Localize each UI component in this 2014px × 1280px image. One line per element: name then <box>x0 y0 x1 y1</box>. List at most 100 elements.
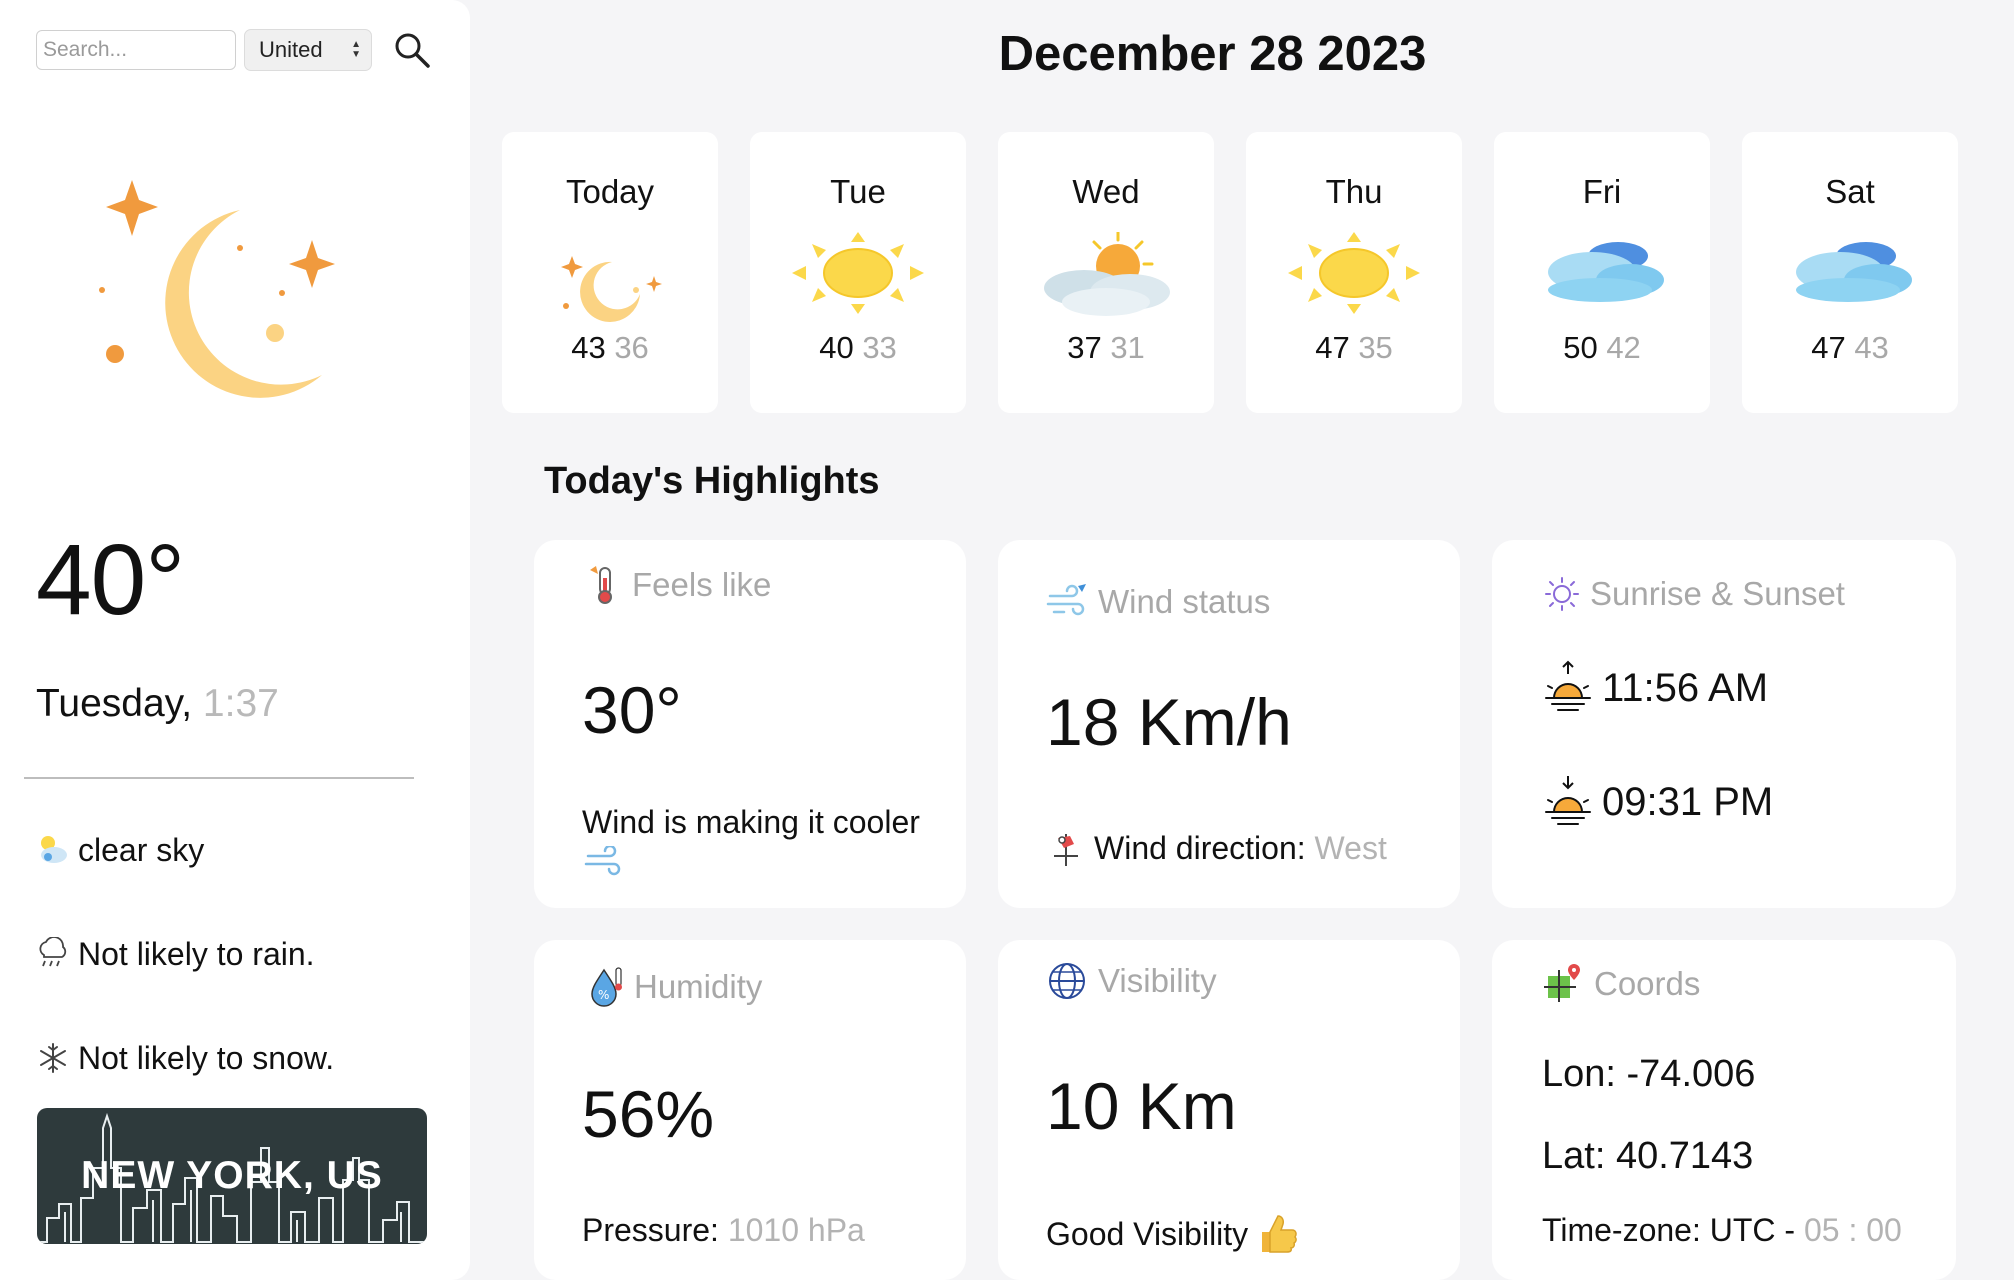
forecast-min: 36 <box>614 330 649 365</box>
humidity-value: 56% <box>582 1077 715 1151</box>
visibility-note-row: Good Visibility <box>1046 1212 1300 1256</box>
forecast-temps: 40 33 <box>750 328 966 368</box>
current-temperature: 40° <box>36 524 185 636</box>
longitude: Lon: -74.006 <box>1542 1053 1756 1095</box>
forecast-temps: 50 42 <box>1494 328 1710 368</box>
city-card: NEW YORK, US <box>37 1108 427 1244</box>
sun-outline-icon <box>1545 577 1579 611</box>
forecast-card-thu[interactable]: Thu 47 35 <box>1246 132 1462 413</box>
sunrise-row: 11:56 AM <box>1542 660 1768 716</box>
humidity-card: % Humidity 56% Pressure: 1010 hPa <box>534 940 966 1280</box>
country-select-value: United <box>259 37 323 62</box>
page-title-date: December 28 2023 <box>998 27 1427 81</box>
sunset-time: 09:31 PM <box>1602 780 1774 824</box>
pressure-line: Pressure: 1010 hPa <box>582 1210 865 1250</box>
forecast-min: 33 <box>862 330 897 365</box>
timezone-line: Time-zone: UTC - 05 : 00 <box>1542 1210 1902 1250</box>
sunrise-sunset-label: Sunrise & Sunset <box>1590 575 1845 612</box>
forecast-day: Fri <box>1582 173 1622 210</box>
forecast-max: 47 <box>1811 330 1846 365</box>
condition-text: clear sky <box>78 832 205 868</box>
humidity-header: % Humidity <box>588 966 762 1008</box>
select-arrows-icon: ▲ ▼ <box>351 39 361 60</box>
forecast-day: Today <box>565 173 655 210</box>
forecast-day: Wed <box>1072 173 1140 210</box>
coords-card: Coords Lon: -74.006 Lat: 40.7143 Time-zo… <box>1492 940 1956 1280</box>
sun-cloud-icon <box>41 836 67 863</box>
sunrise-icon <box>1545 660 1591 711</box>
sidebar: United ▲▼ 40° Tuesday, 1:37 clear sky <box>0 0 470 1280</box>
current-day-time: Tuesday, 1:37 <box>36 680 279 728</box>
svg-text:%: % <box>598 988 609 1002</box>
visibility-label: Visibility <box>1098 962 1217 999</box>
weather-vane-icon <box>1054 834 1078 866</box>
forecast-day: Thu <box>1325 173 1383 210</box>
forecast-max: 43 <box>571 330 606 365</box>
forecast-min: 35 <box>1358 330 1393 365</box>
coords-label: Coords <box>1594 965 1701 1002</box>
search-input[interactable] <box>36 30 236 70</box>
wind-direction-value: West <box>1314 830 1387 866</box>
humidity-label: Humidity <box>634 968 763 1005</box>
search-icon[interactable] <box>392 30 432 70</box>
condition-row: clear sky <box>36 830 204 870</box>
highlights-title: Today's Highlights <box>544 460 880 502</box>
wind-speed-value: 18 Km/h <box>1046 685 1292 759</box>
globe-icon <box>1049 963 1085 999</box>
visibility-card: Visibility 10 Km Good Visibility <box>998 940 1460 1280</box>
divider <box>24 777 414 779</box>
forecast-max: 37 <box>1067 330 1102 365</box>
visibility-note: Good Visibility <box>1046 1216 1249 1252</box>
forecast-min: 31 <box>1110 330 1145 365</box>
visibility-header: Visibility <box>1046 960 1217 1002</box>
humidity-drop-icon: % <box>591 967 622 1007</box>
forecast-card-sat[interactable]: Sat 47 43 <box>1742 132 1958 413</box>
forecast-max: 50 <box>1563 330 1598 365</box>
forecast-temps: 37 31 <box>998 328 1214 368</box>
feels-like-note: Wind is making it cooler <box>582 804 920 840</box>
sunset-icon <box>1545 776 1591 825</box>
sunset-row: 09:31 PM <box>1542 774 1773 830</box>
forecast-temps: 47 35 <box>1246 328 1462 368</box>
current-day: Tuesday, <box>36 682 193 725</box>
pressure-value: 1010 hPa <box>727 1212 865 1248</box>
feels-like-card: Feels like 30° Wind is making it cooler <box>534 540 966 908</box>
forecast-min: 42 <box>1606 330 1641 365</box>
forecast-max: 40 <box>819 330 854 365</box>
forecast-card-tue[interactable]: Tue 40 33 <box>750 132 966 413</box>
forecast-min: 43 <box>1854 330 1889 365</box>
timezone-label: Time-zone: UTC - <box>1542 1212 1796 1248</box>
wind-gust-icon <box>1046 584 1086 616</box>
search-bar: United ▲▼ <box>36 28 372 72</box>
rain-text: Not likely to rain. <box>78 936 315 972</box>
country-select[interactable]: United ▲ ▼ <box>244 29 372 71</box>
rain-cloud-icon <box>39 937 67 967</box>
coords-header: Coords <box>1542 962 1700 1006</box>
forecast-day: Tue <box>830 173 886 210</box>
snowflake-icon <box>40 1043 66 1073</box>
wind-direction: Wind direction: West <box>1046 828 1387 868</box>
current-time: 1:37 <box>202 682 279 725</box>
forecast-day: Sat <box>1825 173 1875 210</box>
thumbs-up-icon <box>1262 1215 1298 1253</box>
latitude: Lat: 40.7143 <box>1542 1135 1754 1177</box>
snow-row: Not likely to snow. <box>36 1038 334 1078</box>
forecast-card-wed[interactable]: Wed 37 31 <box>998 132 1214 413</box>
forecast-card-today[interactable]: Today 43 36 <box>502 132 718 413</box>
visibility-value: 10 Km <box>1046 1069 1237 1143</box>
forecast-card-fri[interactable]: Fri 50 42 <box>1494 132 1710 413</box>
feels-like-header: Feels like <box>588 564 771 606</box>
rain-row: Not likely to rain. <box>36 934 315 974</box>
pressure-label: Pressure: <box>582 1212 719 1248</box>
timezone-value: 05 : 00 <box>1803 1212 1902 1248</box>
forecast-max: 47 <box>1315 330 1350 365</box>
map-pin-grid-icon <box>1544 964 1580 1002</box>
wind-status-label: Wind status <box>1098 583 1271 620</box>
sunrise-sunset-card: Sunrise & Sunset 11:56 AM 09:31 PM <box>1492 540 1956 908</box>
forecast-temps: 47 43 <box>1742 328 1958 368</box>
moon-stars-icon <box>99 180 335 398</box>
forecast-temps: 43 36 <box>502 328 718 368</box>
feels-like-label: Feels like <box>632 566 772 603</box>
city-name: NEW YORK, US <box>81 1154 383 1197</box>
wind-icon <box>584 846 621 876</box>
